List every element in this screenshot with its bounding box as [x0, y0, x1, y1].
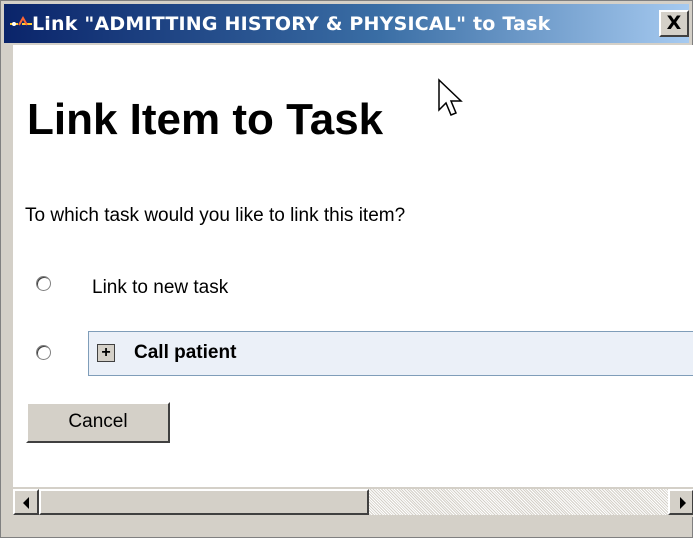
option-label-new-task[interactable]: Link to new task	[92, 277, 228, 299]
title-bar[interactable]: Link "ADMITTING HISTORY & PHYSICAL" to T…	[4, 4, 689, 43]
question-text: To which task would you like to link thi…	[25, 205, 406, 226]
mouse-pointer-icon	[438, 78, 463, 116]
arrow-right-icon	[680, 497, 686, 509]
window-title: Link "ADMITTING HISTORY & PHYSICAL" to T…	[32, 13, 551, 35]
page-title: Link Item to Task	[27, 95, 384, 144]
scroll-thumb[interactable]	[39, 489, 369, 515]
scroll-left-button[interactable]	[13, 489, 39, 515]
radio-existing-task[interactable]	[36, 345, 51, 360]
scroll-right-button[interactable]	[668, 489, 693, 515]
task-label-call-patient[interactable]: Call patient	[134, 342, 236, 364]
radio-new-task[interactable]	[36, 276, 51, 291]
plus-icon[interactable]: +	[97, 344, 115, 362]
close-button[interactable]: X	[659, 10, 689, 37]
task-row[interactable]: + Call patient	[88, 331, 693, 376]
content-area: Link Item to Task To which task would yo…	[13, 45, 693, 487]
cancel-button[interactable]: Cancel	[26, 402, 170, 443]
close-icon: X	[666, 12, 682, 34]
horizontal-scrollbar[interactable]	[13, 487, 693, 517]
arrow-left-icon	[23, 497, 29, 509]
dialog-window: Link "ADMITTING HISTORY & PHYSICAL" to T…	[0, 0, 693, 538]
